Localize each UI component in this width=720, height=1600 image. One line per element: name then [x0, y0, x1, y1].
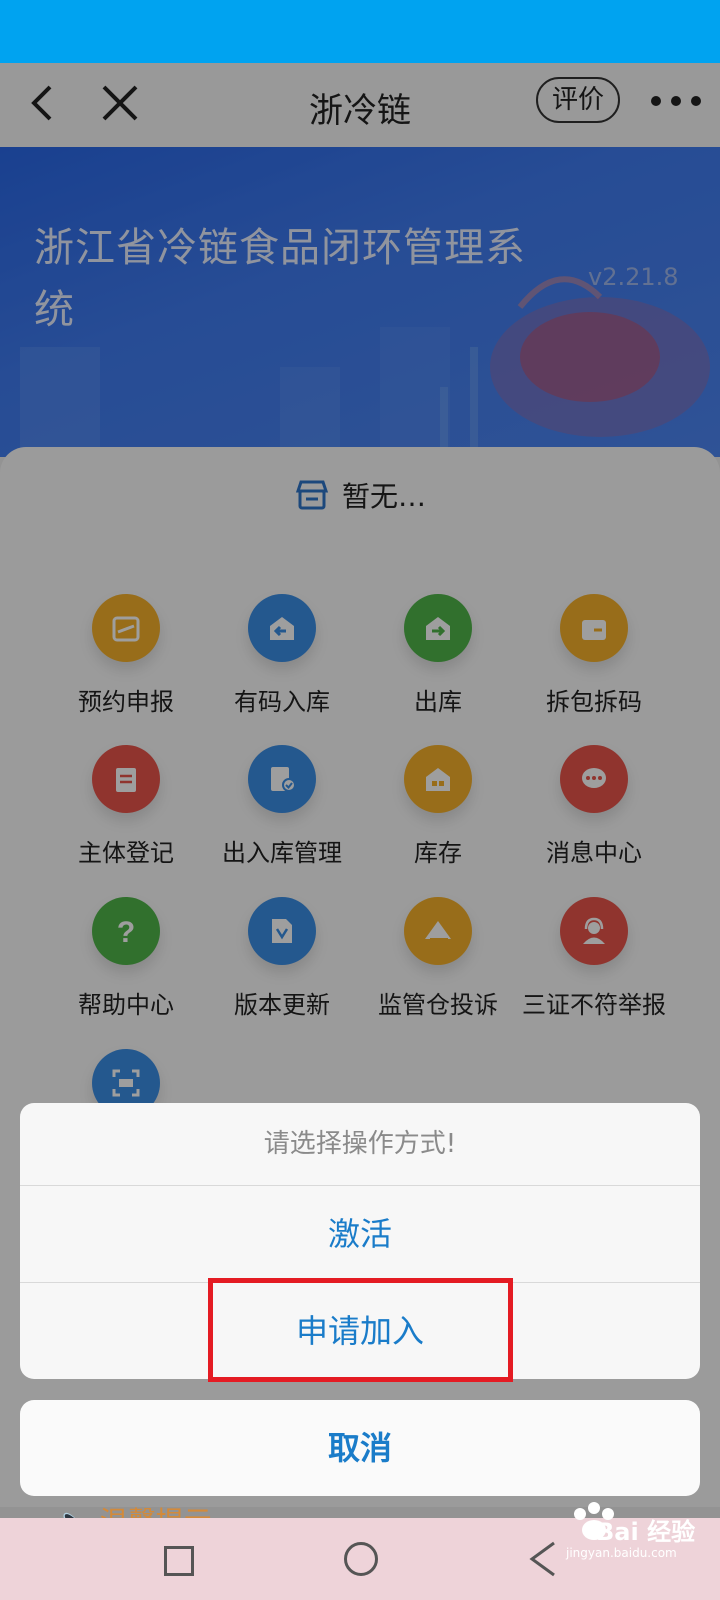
- status-bar: [0, 0, 720, 63]
- action-sheet-title: 请选择操作方式!: [20, 1103, 700, 1186]
- activate-button[interactable]: 激活: [20, 1186, 700, 1282]
- recent-apps-icon[interactable]: [164, 1546, 194, 1576]
- home-icon[interactable]: [344, 1542, 378, 1576]
- cancel-button[interactable]: 取消: [20, 1400, 700, 1496]
- watermark-url: jingyan.baidu.com: [566, 1546, 677, 1560]
- highlight-box: [208, 1278, 513, 1382]
- watermark-brand: Bai 经验: [596, 1518, 696, 1546]
